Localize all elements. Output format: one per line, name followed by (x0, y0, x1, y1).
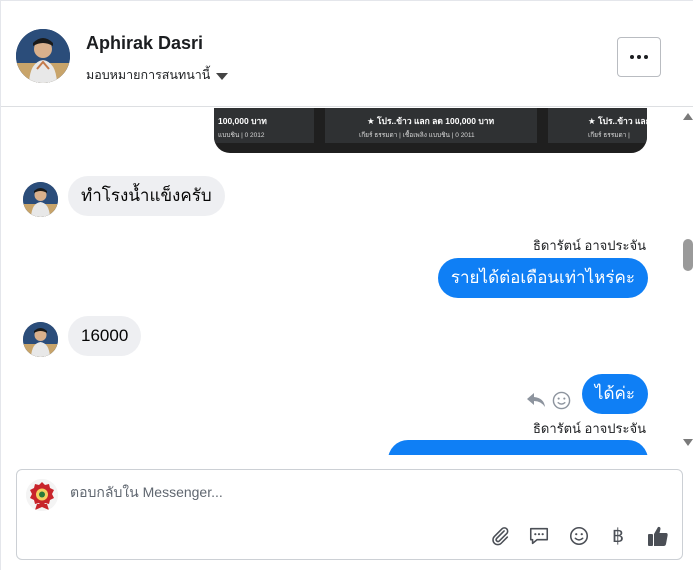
product-card-title: ★ โปร..ข้าว แลก (588, 116, 647, 126)
product-card-meta: แบบชิน | 0 2012 (218, 132, 265, 139)
smile-icon[interactable] (552, 391, 571, 410)
conversation-panel: Aphirak Dasri มอบหมายการสนทนานี้ 100,000… (0, 0, 693, 570)
saved-replies-button[interactable] (527, 524, 551, 548)
message-bubble-incoming[interactable]: ทำโรงน้ำแข็งครับ (68, 176, 225, 216)
caret-down-icon (216, 72, 229, 80)
product-card[interactable]: ★ โปร..ข้าว แลก เกียร์ ธรรมดา | (548, 108, 647, 143)
scrollbar-thumb[interactable] (683, 239, 693, 271)
assign-conversation-label: มอบหมายการสนทนานี้ (86, 68, 211, 82)
message-bubble-outgoing[interactable]: รายได้ต่อเดือนเท่าไหร่คะ (437, 258, 648, 298)
message-sender-name: ธิดารัตน์ อาจประจัน (532, 421, 646, 436)
conversation-header: Aphirak Dasri มอบหมายการสนทนานี้ (1, 1, 693, 107)
assign-conversation-dropdown[interactable]: มอบหมายการสนทนานี้ (86, 65, 229, 85)
product-card-title: 100,000 บาท (218, 116, 267, 126)
product-card-meta: เกียร์ ธรรมดา | เชื้อเพลิง แบบชิน | 0 20… (359, 132, 475, 139)
scroll-up-arrow[interactable] (683, 113, 693, 120)
product-card-meta: เกียร์ ธรรมดา | (588, 132, 630, 139)
contact-avatar-small[interactable] (23, 182, 58, 217)
paperclip-icon (492, 527, 509, 546)
contact-avatar[interactable] (16, 29, 70, 83)
scroll-down-arrow[interactable] (683, 439, 693, 446)
smile-icon (569, 526, 589, 546)
product-card[interactable]: ★ โปร..ข้าว แลก ลด 100,000 บาท เกียร์ ธร… (325, 108, 537, 143)
emoji-button[interactable] (567, 524, 591, 548)
more-horizontal-icon (630, 55, 634, 59)
message-list: 100,000 บาท แบบชิน | 0 2012 ★ โปร..ข้าว … (1, 108, 679, 455)
product-carousel[interactable]: 100,000 บาท แบบชิน | 0 2012 ★ โปร..ข้าว … (214, 108, 647, 153)
reply-input[interactable] (70, 484, 630, 500)
payment-button[interactable]: ฿ (606, 524, 630, 548)
contact-avatar-small[interactable] (23, 322, 58, 357)
like-button[interactable] (646, 524, 670, 548)
message-bubble-outgoing[interactable] (388, 440, 648, 455)
product-card-title: ★ โปร..ข้าว แลก ลด 100,000 บาท (367, 116, 495, 126)
message-composer: ฿ (16, 469, 683, 560)
message-bubble-outgoing[interactable]: ได้ค่ะ (581, 374, 648, 414)
thumbs-up-icon (648, 526, 668, 546)
chat-bubble-icon (529, 527, 549, 545)
page-avatar (26, 479, 58, 511)
more-options-button[interactable] (617, 37, 661, 77)
message-bubble-incoming[interactable]: 16000 (68, 316, 142, 356)
product-card[interactable]: 100,000 บาท แบบชิน | 0 2012 (214, 108, 314, 143)
baht-icon: ฿ (611, 525, 625, 547)
contact-name: Aphirak Dasri (86, 33, 204, 53)
attach-file-button[interactable] (488, 524, 512, 548)
message-sender-name: ธิดารัตน์ อาจประจัน (532, 238, 646, 253)
reply-icon[interactable] (526, 391, 546, 409)
